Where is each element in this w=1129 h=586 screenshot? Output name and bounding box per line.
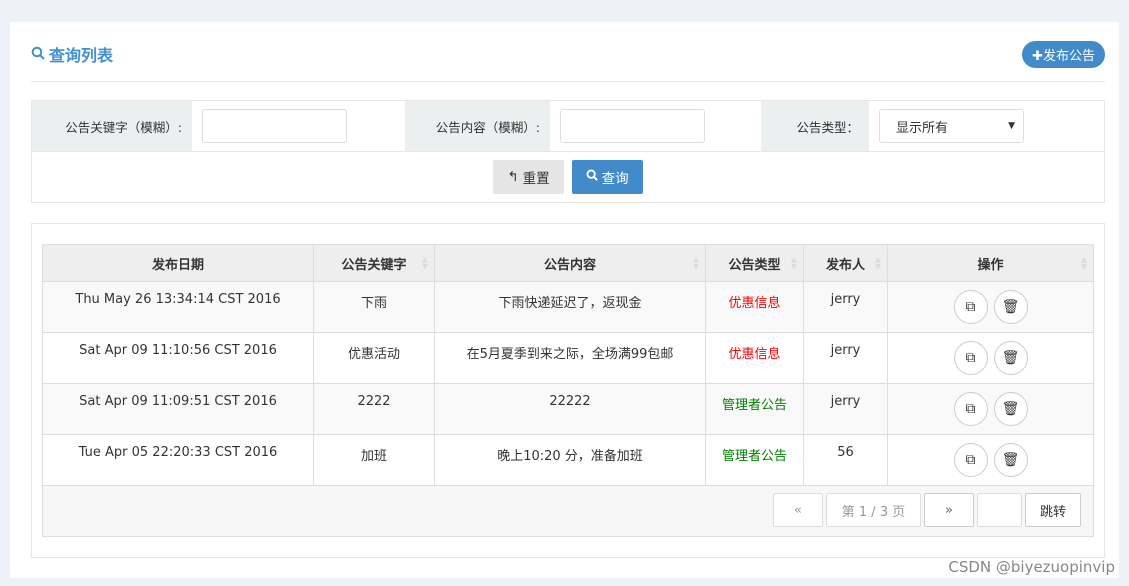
page-info: 第 1 / 3 页 [826, 493, 921, 527]
table-row: Sat Apr 09 11:09:51 CST 2016 2222 22222 … [42, 383, 1094, 435]
publisher-cell: 56 [803, 434, 888, 486]
sort-icon: ▲ ▼ [1080, 255, 1087, 271]
keyword-cell: 加班 [313, 434, 435, 486]
sort-icon: ▲ ▼ [692, 255, 699, 271]
reset-button[interactable]: ↰ 重置 [493, 160, 564, 194]
keyword-cell: 优惠活动 [313, 332, 435, 384]
content-cell: 下雨快递延迟了，返现金 [434, 281, 706, 333]
table-row: Tue Apr 05 22:20:33 CST 2016 加班 晚上10:20 … [42, 434, 1094, 486]
actions-cell: ⧉ 🗑 [887, 332, 1094, 384]
dropdown-arrow-icon: ▼ [1008, 121, 1015, 131]
query-button[interactable]: 查询 [571, 160, 643, 194]
jump-page-input[interactable] [977, 493, 1022, 527]
column-header[interactable]: 公告类型 ▲ ▼ [705, 244, 804, 282]
column-header[interactable]: 公告关键字 ▲ ▼ [313, 244, 435, 282]
filter-form: 公告关键字（模糊）: 公告内容（模糊）: 公告类型： 显示所有 ▼ ↰ 重置 查询 [31, 100, 1105, 203]
actions-cell: ⧉ 🗑 [887, 383, 1094, 435]
type-label: 公告类型： [761, 101, 869, 151]
publisher-cell: jerry [803, 332, 888, 384]
search-icon [586, 169, 598, 185]
table-container: 发布日期 公告关键字 ▲ ▼ 公告内容 ▲ ▼ 公告类型 ▲ ▼ 发布人 ▲ ▼ 操作 ▲ ▼ Thu May… [31, 223, 1105, 558]
content-input[interactable] [560, 109, 705, 143]
notice-table: 发布日期 公告关键字 ▲ ▼ 公告内容 ▲ ▼ 公告类型 ▲ ▼ 发布人 ▲ ▼ 操作 ▲ ▼ Thu May… [42, 244, 1094, 537]
date-cell: Tue Apr 05 22:20:33 CST 2016 [42, 434, 314, 486]
sort-icon: ▲ ▼ [421, 255, 428, 271]
publish-notice-button[interactable]: ✚发布公告 [1022, 41, 1105, 68]
type-cell: 管理者公告 [705, 383, 804, 435]
type-select[interactable]: 显示所有 ▼ [879, 109, 1024, 143]
prev-page-button[interactable]: « [773, 493, 823, 527]
sort-icon: ▲ ▼ [790, 255, 797, 271]
content-cell: 在5月夏季到来之际，全场满99包邮 [434, 332, 706, 384]
keyword-input[interactable] [202, 109, 347, 143]
column-header[interactable]: 操作 ▲ ▼ [887, 244, 1094, 282]
column-header[interactable]: 发布日期 [42, 244, 314, 282]
divider [31, 81, 1105, 82]
jump-button[interactable]: 跳转 [1025, 493, 1081, 527]
trash-icon[interactable]: 🗑 [993, 443, 1028, 477]
table-row: Thu May 26 13:34:14 CST 2016 下雨 下雨快递延迟了，… [42, 281, 1094, 333]
search-icon [31, 45, 45, 64]
type-cell: 优惠信息 [705, 281, 804, 333]
trash-icon[interactable]: 🗑 [993, 392, 1028, 426]
type-cell: 优惠信息 [705, 332, 804, 384]
copy-icon[interactable]: ⧉ [953, 341, 988, 375]
watermark: CSDN @biyezuopinvip [948, 558, 1115, 576]
date-cell: Sat Apr 09 11:10:56 CST 2016 [42, 332, 314, 384]
sort-icon: ▲ ▼ [874, 255, 881, 271]
actions-cell: ⧉ 🗑 [887, 281, 1094, 333]
plus-icon: ✚ [1032, 49, 1043, 64]
content-cell: 22222 [434, 383, 706, 435]
type-cell: 管理者公告 [705, 434, 804, 486]
trash-icon[interactable]: 🗑 [993, 341, 1028, 375]
date-cell: Thu May 26 13:34:14 CST 2016 [42, 281, 314, 333]
publisher-cell: jerry [803, 281, 888, 333]
keyword-cell: 下雨 [313, 281, 435, 333]
main-panel: 查询列表 ✚发布公告 公告关键字（模糊）: 公告内容（模糊）: 公告类型： 显示… [10, 22, 1119, 578]
copy-icon[interactable]: ⧉ [953, 290, 988, 324]
date-cell: Sat Apr 09 11:09:51 CST 2016 [42, 383, 314, 435]
table-row: Sat Apr 09 11:10:56 CST 2016 优惠活动 在5月夏季到… [42, 332, 1094, 384]
undo-icon: ↰ [507, 169, 519, 185]
publisher-cell: jerry [803, 383, 888, 435]
copy-icon[interactable]: ⧉ [953, 443, 988, 477]
content-cell: 晚上10:20 分，准备加班 [434, 434, 706, 486]
next-page-button[interactable]: » [924, 493, 974, 527]
column-header[interactable]: 发布人 ▲ ▼ [803, 244, 888, 282]
content-label: 公告内容（模糊）: [405, 101, 550, 151]
keyword-cell: 2222 [313, 383, 435, 435]
trash-icon[interactable]: 🗑 [993, 290, 1028, 324]
copy-icon[interactable]: ⧉ [953, 392, 988, 426]
page-title: 查询列表 [31, 42, 113, 66]
actions-cell: ⧉ 🗑 [887, 434, 1094, 486]
keyword-label: 公告关键字（模糊）: [32, 101, 192, 151]
pagination: «第 1 / 3 页» 跳转 [42, 485, 1094, 537]
column-header[interactable]: 公告内容 ▲ ▼ [434, 244, 706, 282]
